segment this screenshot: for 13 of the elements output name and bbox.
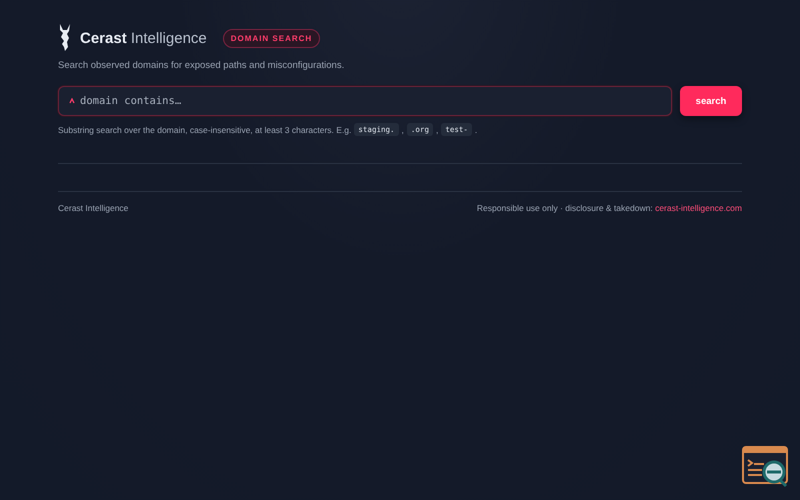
punctuation: . [474, 124, 478, 134]
footer-note: Responsible use only · disclosure & takedown: cerast-intelligence.com [476, 203, 742, 213]
search-field[interactable]: domain contains… [58, 86, 672, 116]
tagline: Search observed domains for exposed paths and misconfigurations. [58, 60, 346, 71]
search-button[interactable]: search [680, 86, 742, 116]
hint-text: Substring search over the domain, case-insensitive, at least 3 characters. E.g. [58, 124, 352, 134]
page-badge: DOMAIN SEARCH [222, 28, 320, 48]
footer-brand: Cerast Intelligence [58, 203, 128, 213]
footer-link[interactable]: cerast-intelligence.com [655, 203, 742, 213]
punctuation: , [436, 124, 438, 134]
web-inspector-icon[interactable] [742, 446, 790, 488]
punctuation: , [402, 124, 404, 134]
brand-name: Cerast Intelligence [80, 30, 207, 46]
